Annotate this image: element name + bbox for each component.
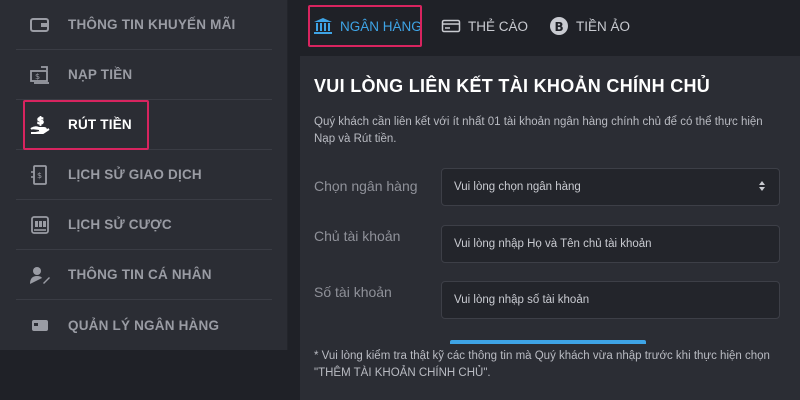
transaction-history-icon: $ xyxy=(28,163,52,187)
verification-note: * Vui lòng kiểm tra thật kỹ các thông ti… xyxy=(314,350,770,379)
sidebar-item-label: RÚT TIỀN xyxy=(68,117,132,132)
main-content: NGÂN HÀNG THẺ CÀO B TIỀN ẢO VUI LÒNG LIÊ… xyxy=(300,0,800,400)
sidebar-item-transaction-history[interactable]: $ LỊCH SỬ GIAO DỊCH xyxy=(16,150,272,200)
sidebar-item-label: THÔNG TIN KHUYẾN MÃI xyxy=(68,17,236,32)
sidebar-item-promotions[interactable]: THÔNG TIN KHUYẾN MÃI xyxy=(16,0,272,50)
card-icon xyxy=(440,15,462,37)
sidebar-item-label: QUẢN LÝ NGÂN HÀNG xyxy=(68,317,220,333)
svg-text:$: $ xyxy=(37,171,42,180)
svg-text:B: B xyxy=(555,20,564,34)
account-owner-placeholder: Vui lòng nhập Họ và Tên chủ tài khoản xyxy=(454,238,652,250)
tab-label: TIỀN ẢO xyxy=(576,18,631,34)
sidebar-item-personal-info[interactable]: THÔNG TIN CÁ NHÂN xyxy=(16,250,272,300)
account-owner-label: Chủ tài khoản xyxy=(314,228,401,244)
bank-card-icon xyxy=(28,313,52,337)
sidebar-item-label: NẠP TIỀN xyxy=(68,67,133,82)
sidebar-item-bet-history[interactable]: LỊCH SỬ CƯỢC xyxy=(16,200,272,250)
tab-bank[interactable]: NGÂN HÀNG xyxy=(312,10,422,42)
panel-description: Quý khách cần liên kết với ít nhất 01 tà… xyxy=(314,116,763,145)
account-number-input[interactable]: Vui lòng nhập số tài khoản xyxy=(441,281,780,319)
select-arrows-icon xyxy=(759,181,765,191)
svg-text:$: $ xyxy=(37,116,44,127)
user-edit-icon xyxy=(28,263,52,287)
withdraw-hand-icon: $ xyxy=(28,113,52,137)
sidebar-item-deposit[interactable]: $ NẠP TIỀN xyxy=(16,50,272,100)
sidebar-item-withdraw[interactable]: $ RÚT TIỀN xyxy=(16,100,272,150)
sidebar-item-label: LỊCH SỬ GIAO DỊCH xyxy=(68,167,202,182)
deposit-icon: $ xyxy=(28,63,52,87)
account-number-placeholder: Vui lòng nhập số tài khoản xyxy=(454,294,590,306)
tab-crypto[interactable]: B TIỀN ẢO xyxy=(548,10,630,42)
panel-title: VUI LÒNG LIÊN KẾT TÀI KHOẢN CHÍNH CHỦ xyxy=(314,76,711,96)
link-bank-panel: VUI LÒNG LIÊN KẾT TÀI KHOẢN CHÍNH CHỦ Qu… xyxy=(300,56,800,400)
tab-scratch-card[interactable]: THẺ CÀO xyxy=(440,10,528,42)
svg-text:$: $ xyxy=(35,72,40,81)
account-number-label: Số tài khoản xyxy=(314,284,392,300)
bank-select[interactable]: Vui lòng chọn ngân hàng xyxy=(441,168,780,206)
bank-icon xyxy=(312,15,334,37)
sidebar-item-label: LỊCH SỬ CƯỢC xyxy=(68,217,172,232)
account-owner-input[interactable]: Vui lòng nhập Họ và Tên chủ tài khoản xyxy=(441,225,780,263)
bank-select-value: Vui lòng chọn ngân hàng xyxy=(454,181,581,193)
bet-history-icon xyxy=(28,213,52,237)
payment-method-tabs: NGÂN HÀNG THẺ CÀO B TIỀN ẢO xyxy=(300,0,800,52)
sidebar-item-bank-management[interactable]: QUẢN LÝ NGÂN HÀNG xyxy=(16,300,272,350)
add-account-button-edge[interactable] xyxy=(450,340,646,344)
bitcoin-icon: B xyxy=(548,15,570,37)
sidebar-item-label: THÔNG TIN CÁ NHÂN xyxy=(68,267,212,282)
tab-label: THẺ CÀO xyxy=(468,18,529,34)
tab-label: NGÂN HÀNG xyxy=(340,18,422,34)
wallet-icon xyxy=(28,13,52,37)
account-sidebar: THÔNG TIN KHUYẾN MÃI $ NẠP TIỀN $ RÚT TI… xyxy=(0,0,288,350)
bank-select-label: Chọn ngân hàng xyxy=(314,178,418,194)
